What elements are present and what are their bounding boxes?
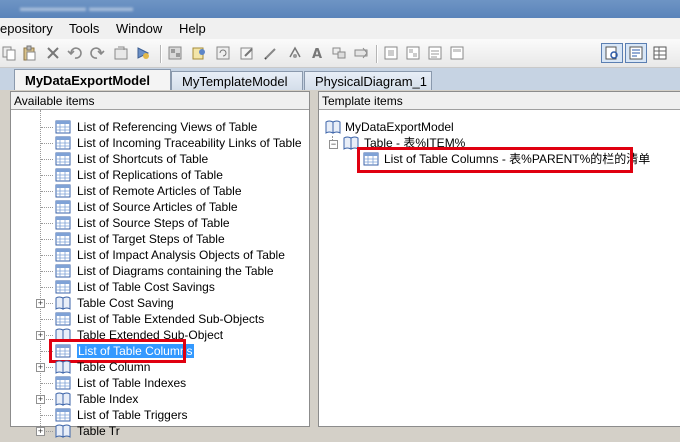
list-table-icon [363, 151, 379, 167]
tree-node-label: List of Source Articles of Table [77, 200, 238, 214]
check-model-icon[interactable] [134, 44, 152, 62]
expand-toggle[interactable]: + [36, 395, 45, 404]
list-table-icon [55, 311, 71, 327]
table-view-icon[interactable] [651, 44, 669, 62]
tree-node-label: Table - 表%ITEM% [364, 136, 466, 150]
list-table-icon [55, 279, 71, 295]
available-items-pane[interactable]: Available items List of Referencing View… [10, 91, 310, 438]
available-items-header: Available items [11, 92, 309, 110]
book-icon [55, 295, 71, 311]
tree-node-label: List of Diagrams containing the Table [77, 264, 274, 278]
tree-node-label: Table Extended Sub-Object [77, 328, 224, 342]
list-table-icon [55, 199, 71, 215]
expand-toggle[interactable]: + [36, 299, 45, 308]
book-icon [55, 359, 71, 375]
tree-node-label: List of Table Columns [77, 344, 194, 358]
list-table-icon [55, 247, 71, 263]
tab-mydataexportmodel[interactable]: MyDataExportModel [14, 69, 171, 90]
template-items-pane[interactable]: Template items MyDataExportModel − Table… [318, 91, 680, 427]
connect-icon[interactable] [286, 44, 304, 62]
list-table-icon [55, 263, 71, 279]
browse-icon[interactable] [190, 44, 208, 62]
collapse-toggle[interactable]: − [329, 140, 338, 149]
refresh-icon[interactable] [214, 44, 232, 62]
tree-node-label: List of Table Cost Savings [77, 280, 215, 294]
list-table-icon [55, 343, 71, 359]
preview-icon[interactable] [601, 43, 623, 63]
outline-icon[interactable] [625, 43, 647, 63]
redo-icon[interactable] [88, 44, 106, 62]
splitter[interactable] [310, 91, 318, 427]
edit-icon[interactable] [238, 44, 256, 62]
paste-icon[interactable] [20, 44, 38, 62]
list-table-icon [55, 151, 71, 167]
list-table-icon [55, 119, 71, 135]
tree-node-label: List of Impact Analysis Objects of Table [77, 248, 285, 262]
tree-node-label: List of Table Extended Sub-Objects [77, 312, 265, 326]
book-icon [325, 119, 341, 135]
tree-node-label: List of Shortcuts of Table [77, 152, 209, 166]
tree-node-label: List of Table Columns - 表%PARENT%的栏的清单 [384, 152, 651, 166]
menu-bar: epository Tools Window Help [0, 18, 680, 40]
tree-node-label: Table Index [77, 392, 139, 406]
pencil-icon[interactable] [262, 44, 280, 62]
expand-toggle[interactable]: + [36, 363, 45, 372]
tree-node-label: List of Source Steps of Table [77, 216, 230, 230]
view-3-icon[interactable] [426, 44, 444, 62]
document-tab-bar: MyDataExportModel MyTemplateModel Physic… [0, 68, 680, 90]
title-bar: ▬▬▬▬▬▬ ▬▬▬▬ [0, 0, 680, 18]
tab-mytemplatemodel[interactable]: MyTemplateModel [171, 71, 303, 90]
tree-node-label: Table Column [77, 360, 151, 374]
tab-label: MyDataExportModel [25, 73, 150, 88]
view-1-icon[interactable] [382, 44, 400, 62]
toggle-icon[interactable] [352, 44, 370, 62]
list-table-icon [55, 407, 71, 423]
book-icon [55, 327, 71, 343]
book-icon [343, 135, 359, 151]
copy-icon[interactable] [0, 44, 18, 62]
expand-toggle[interactable]: + [36, 331, 45, 340]
list-table-icon [55, 215, 71, 231]
menu-window[interactable]: Window [116, 21, 162, 36]
arrange-icon[interactable] [330, 44, 348, 62]
list-table-icon [55, 231, 71, 247]
tab-label: PhysicalDiagram_1 [315, 74, 427, 89]
tree-node-label: List of Replications of Table [77, 168, 223, 182]
model-icon[interactable] [166, 44, 184, 62]
undo-icon[interactable] [66, 44, 84, 62]
tree-node-label: List of Table Triggers [77, 408, 188, 422]
text-icon[interactable]: A [308, 44, 326, 62]
window-title-blurred: ▬▬▬▬▬▬ ▬▬▬▬ [20, 2, 134, 14]
list-table-icon [55, 183, 71, 199]
menu-help[interactable]: Help [179, 21, 206, 36]
toolbar: A [0, 39, 680, 68]
tree-node-label: Table Tr [77, 424, 120, 438]
tree-node-label: Table Cost Saving [77, 296, 174, 310]
tree-node-label: List of Referencing Views of Table [77, 120, 258, 134]
menu-repository[interactable]: epository [0, 21, 53, 36]
tree-node-label: List of Table Indexes [77, 376, 187, 390]
list-table-icon [55, 135, 71, 151]
book-icon [55, 423, 71, 439]
svg-text:A: A [312, 47, 322, 61]
tab-label: MyTemplateModel [182, 74, 288, 89]
book-icon [55, 391, 71, 407]
tree-node-label: MyDataExportModel [345, 120, 454, 134]
template-items-header: Template items [319, 92, 680, 110]
list-table-icon [55, 167, 71, 183]
tree-node-label: List of Incoming Traceability Links of T… [77, 136, 302, 150]
view-4-icon[interactable] [448, 44, 466, 62]
tree-node-label: List of Target Steps of Table [77, 232, 225, 246]
list-table-icon [55, 375, 71, 391]
menu-tools[interactable]: Tools [69, 21, 99, 36]
tree-node-label: List of Remote Articles of Table [77, 184, 242, 198]
tab-physicaldiagram[interactable]: PhysicalDiagram_1 [304, 71, 432, 90]
properties-icon[interactable] [112, 44, 130, 62]
expand-toggle[interactable]: + [36, 427, 45, 436]
view-2-icon[interactable] [404, 44, 422, 62]
delete-icon[interactable] [44, 44, 62, 62]
